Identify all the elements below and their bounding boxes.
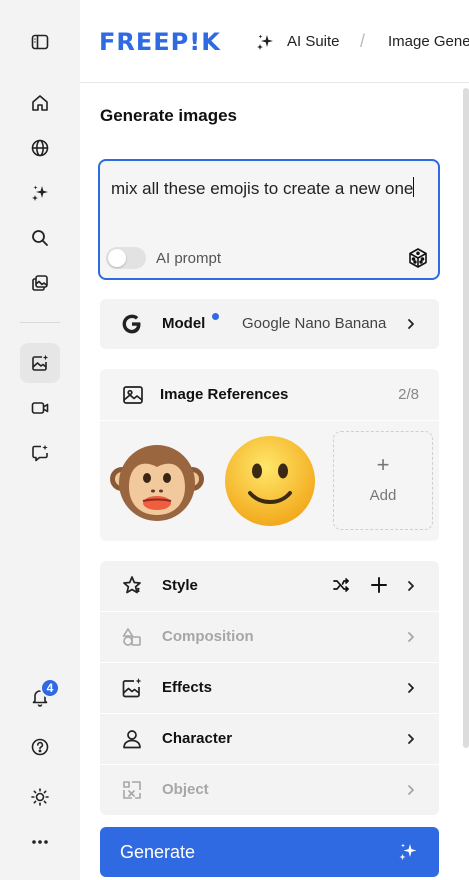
image-references-card: Image References 2/8 + Add xyxy=(100,369,439,541)
model-indicator-dot xyxy=(212,313,219,320)
prompt-value: mix all these emojis to create a new one xyxy=(111,179,414,198)
style-label: Style xyxy=(162,577,198,594)
effects-option[interactable]: Effects xyxy=(100,663,439,713)
sparkles-icon xyxy=(32,185,48,201)
effects-icon xyxy=(122,678,142,698)
image-generator-icon xyxy=(32,354,49,371)
add-reference-button[interactable]: + Add xyxy=(333,431,433,530)
composition-label: Composition xyxy=(162,628,254,645)
page-title: Generate images xyxy=(100,106,238,125)
object-option[interactable]: Object xyxy=(100,765,439,815)
prompt-input[interactable]: mix all these emojis to create a new one… xyxy=(98,159,440,280)
chevron-right-icon xyxy=(408,319,414,329)
ai-prompt-label: AI prompt xyxy=(156,250,222,267)
object-label: Object xyxy=(162,781,209,798)
generate-label: Generate xyxy=(120,842,196,862)
image-references-count: 2/8 xyxy=(398,386,419,403)
character-label: Character xyxy=(162,730,233,747)
more-icon xyxy=(32,840,48,844)
style-option[interactable]: Style xyxy=(100,561,439,611)
plus-icon: + xyxy=(376,452,390,477)
ai-prompt-toggle[interactable] xyxy=(106,247,146,269)
breadcrumb-ai-suite[interactable]: AI Suite xyxy=(287,33,340,50)
sidebar-toggle-button[interactable] xyxy=(20,22,60,62)
dice-icon xyxy=(409,248,427,268)
reference-thumb-smiley[interactable] xyxy=(220,431,320,531)
top-header: FREEP!K AI Suite / Image Gene xyxy=(80,0,469,83)
chevron-right-icon xyxy=(408,581,414,591)
toggle-knob xyxy=(108,249,126,267)
panel-scrollbar[interactable] xyxy=(463,88,469,748)
video-icon xyxy=(31,402,49,414)
model-selector[interactable]: Model Google Nano Banana xyxy=(100,299,439,349)
effects-label: Effects xyxy=(162,679,213,696)
image-generator-button[interactable] xyxy=(20,343,60,383)
theme-button[interactable] xyxy=(20,777,60,817)
character-icon xyxy=(123,730,141,749)
chevron-right-icon xyxy=(408,785,414,795)
more-button[interactable] xyxy=(20,822,60,862)
help-icon xyxy=(31,738,49,756)
globe-icon xyxy=(31,139,49,157)
home-icon xyxy=(32,95,48,111)
composition-option[interactable]: Composition xyxy=(100,612,439,662)
chevron-right-icon xyxy=(408,683,414,693)
generate-button[interactable]: Generate xyxy=(100,827,439,877)
add-reference-label: Add xyxy=(369,487,397,504)
freepik-logo[interactable]: FREEP!K xyxy=(99,28,221,56)
library-button[interactable] xyxy=(20,263,60,303)
smiling-face-icon xyxy=(225,436,315,526)
explore-button[interactable] xyxy=(20,128,60,168)
sidebar-toggle-icon xyxy=(31,34,49,50)
notification-count-badge: 4 xyxy=(40,678,60,698)
chevron-right-icon xyxy=(408,734,414,744)
random-prompt-button[interactable] xyxy=(406,246,430,270)
monkey-face-icon xyxy=(110,445,204,521)
reference-thumb-monkey[interactable] xyxy=(107,431,207,531)
search-icon xyxy=(32,230,48,246)
prompt-textarea[interactable]: mix all these emojis to create a new one xyxy=(111,175,421,203)
sun-icon xyxy=(31,788,49,806)
assistant-icon xyxy=(32,444,48,462)
plus-icon[interactable] xyxy=(369,575,389,595)
library-icon xyxy=(32,275,48,291)
sparkles-icon xyxy=(257,34,273,50)
left-rail: 4 xyxy=(0,0,80,880)
shuffle-icon[interactable] xyxy=(331,575,351,595)
assistant-button[interactable] xyxy=(20,433,60,473)
composition-icon xyxy=(122,628,141,646)
sparkles-icon xyxy=(399,843,417,860)
chevron-right-icon xyxy=(408,632,414,642)
ai-tools-button[interactable] xyxy=(20,173,60,213)
google-icon xyxy=(122,314,141,334)
model-label: Model xyxy=(162,315,206,332)
style-icon xyxy=(123,576,141,594)
breadcrumb-current-page: Image Gene xyxy=(388,33,469,50)
text-caret xyxy=(413,177,415,197)
image-icon xyxy=(123,386,143,404)
character-option[interactable]: Character xyxy=(100,714,439,764)
image-references-title: Image References xyxy=(160,386,289,403)
image-references-header[interactable]: Image References 2/8 xyxy=(100,369,439,421)
search-button[interactable] xyxy=(20,218,60,258)
breadcrumb-separator: / xyxy=(360,31,366,51)
video-generator-button[interactable] xyxy=(20,388,60,428)
help-button[interactable] xyxy=(20,727,60,767)
rail-divider xyxy=(20,322,60,323)
home-button[interactable] xyxy=(20,83,60,123)
model-value: Google Nano Banana xyxy=(242,315,387,332)
object-icon xyxy=(123,781,141,799)
